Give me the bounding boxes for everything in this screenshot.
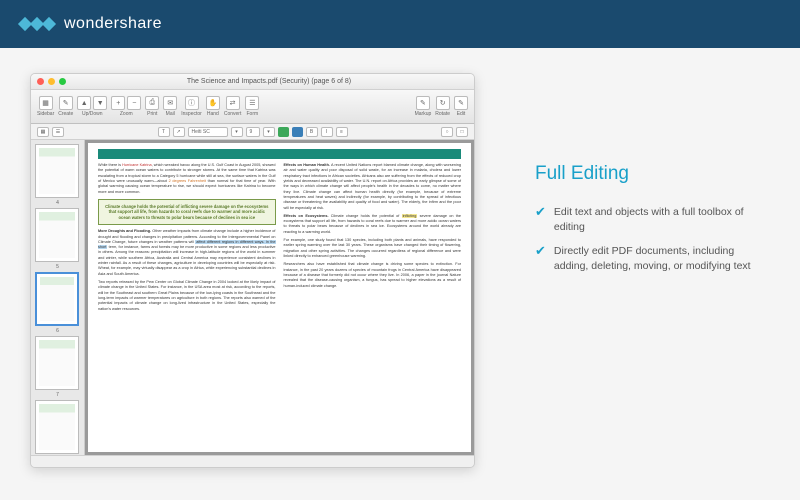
rotate-button[interactable]: ↻ — [436, 96, 450, 110]
thumb-num: 6 — [56, 328, 59, 334]
create-button[interactable]: ✎ — [59, 96, 73, 110]
feature-item: ✔ Directly edit PDF documents, including… — [535, 244, 770, 273]
text-color-swatch[interactable] — [278, 127, 289, 137]
convert-button[interactable]: ⇄ — [226, 96, 240, 110]
arrow-tool-icon[interactable]: ↗ — [173, 127, 185, 137]
print-button[interactable]: ⎙ — [145, 96, 159, 110]
align-button[interactable]: ≡ — [336, 127, 348, 137]
thumbnails-sidebar[interactable]: 4 5 6 7 8 — [31, 140, 85, 455]
right-column: Effects on Human Health. A recent United… — [284, 163, 462, 315]
yellow-highlight: inflicting — [402, 214, 418, 218]
minimize-icon[interactable] — [48, 78, 55, 85]
red-highlight: Hurricane Katrina — [122, 163, 152, 167]
page-thumb[interactable] — [35, 144, 79, 198]
annotation-tool-1[interactable]: ○ — [441, 127, 453, 137]
pdf-page[interactable]: While there is Hurricane Katrina, which … — [88, 143, 471, 452]
main-toolbar: ▦Sidebar ✎Create ▲▼Up/Down +−Zoom ⎙Print… — [31, 90, 474, 124]
edit-label: Edit — [457, 111, 466, 117]
callout-box[interactable]: Climate change holds the potential of in… — [98, 199, 276, 225]
feature-text: Edit text and objects with a full toolbo… — [554, 205, 770, 234]
up-button[interactable]: ▲ — [77, 96, 91, 110]
print-label: Print — [147, 111, 157, 117]
bold-button[interactable]: B — [306, 127, 318, 137]
size-dropdown-icon[interactable]: ▾ — [263, 127, 275, 137]
window-title: The Science and Impacts.pdf (Security) (… — [70, 78, 468, 85]
window-titlebar: The Science and Impacts.pdf (Security) (… — [31, 74, 474, 90]
check-icon: ✔ — [535, 244, 546, 273]
text-tool-icon[interactable]: T — [158, 127, 170, 137]
thumbs-view-icon[interactable]: ▦ — [37, 127, 49, 137]
orange-highlight: 2 degrees Fahrenheit — [169, 179, 206, 183]
font-family-select[interactable]: Heiti SC — [188, 127, 228, 137]
markup-label: Markup — [415, 111, 432, 117]
thumb-num: 4 — [56, 200, 59, 206]
convert-label: Convert — [224, 111, 242, 117]
inspector-button[interactable]: ⓘ — [185, 96, 199, 110]
sidebar-toggle-icon[interactable]: ▦ — [39, 96, 53, 110]
page-thumb[interactable] — [35, 336, 79, 390]
page-thumb-active[interactable] — [35, 272, 79, 326]
annotation-tool-2[interactable]: □ — [456, 127, 468, 137]
thumb-num: 5 — [56, 264, 59, 270]
inspector-label: Inspector — [181, 111, 202, 117]
font-size-input[interactable]: 9 — [246, 127, 260, 137]
check-icon: ✔ — [535, 205, 546, 234]
outline-view-icon[interactable]: ☰ — [52, 127, 64, 137]
maximize-icon[interactable] — [59, 78, 66, 85]
edit-button[interactable]: ✎ — [454, 96, 468, 110]
italic-button[interactable]: I — [321, 127, 333, 137]
down-button[interactable]: ▼ — [93, 96, 107, 110]
close-icon[interactable] — [37, 78, 44, 85]
format-toolbar: ▦ ☰ T ↗ Heiti SC ▾ 9 ▾ B I ≡ ○ □ — [31, 124, 474, 140]
form-button[interactable]: ☰ — [245, 96, 259, 110]
font-dropdown-icon[interactable]: ▾ — [231, 127, 243, 137]
document-viewport[interactable]: While there is Hurricane Katrina, which … — [85, 140, 474, 455]
form-label: Form — [247, 111, 259, 117]
feature-item: ✔ Edit text and objects with a full tool… — [535, 205, 770, 234]
feature-text: Directly edit PDF documents, including a… — [554, 244, 770, 273]
fill-color-swatch[interactable] — [292, 127, 303, 137]
page-thumb[interactable] — [35, 208, 79, 262]
sidebar-label: Sidebar — [37, 111, 54, 117]
page-thumb[interactable] — [35, 400, 79, 454]
markup-button[interactable]: ✎ — [416, 96, 430, 110]
brand-header: wondershare — [0, 0, 800, 48]
hand-label: Hand — [207, 111, 219, 117]
status-bar — [31, 455, 474, 467]
hand-button[interactable]: ✋ — [206, 96, 220, 110]
thumb-num: 7 — [56, 392, 59, 398]
mail-label: Mail — [166, 111, 175, 117]
wondershare-logo-icon — [20, 19, 54, 29]
left-column: While there is Hurricane Katrina, which … — [98, 163, 276, 315]
feature-title: Full Editing — [535, 163, 770, 185]
brand-name: wondershare — [64, 15, 162, 33]
mail-button[interactable]: ✉ — [163, 96, 177, 110]
create-label: Create — [58, 111, 73, 117]
page-header-banner — [98, 149, 461, 159]
pdf-editor-window: The Science and Impacts.pdf (Security) (… — [30, 73, 475, 468]
zoom-label: Zoom — [120, 111, 133, 117]
zoom-out-button[interactable]: − — [127, 96, 141, 110]
feature-info-panel: Full Editing ✔ Edit text and objects wit… — [535, 73, 770, 475]
zoom-in-button[interactable]: + — [111, 96, 125, 110]
updown-label: Up/Down — [82, 111, 103, 117]
rotate-label: Rotate — [435, 111, 450, 117]
